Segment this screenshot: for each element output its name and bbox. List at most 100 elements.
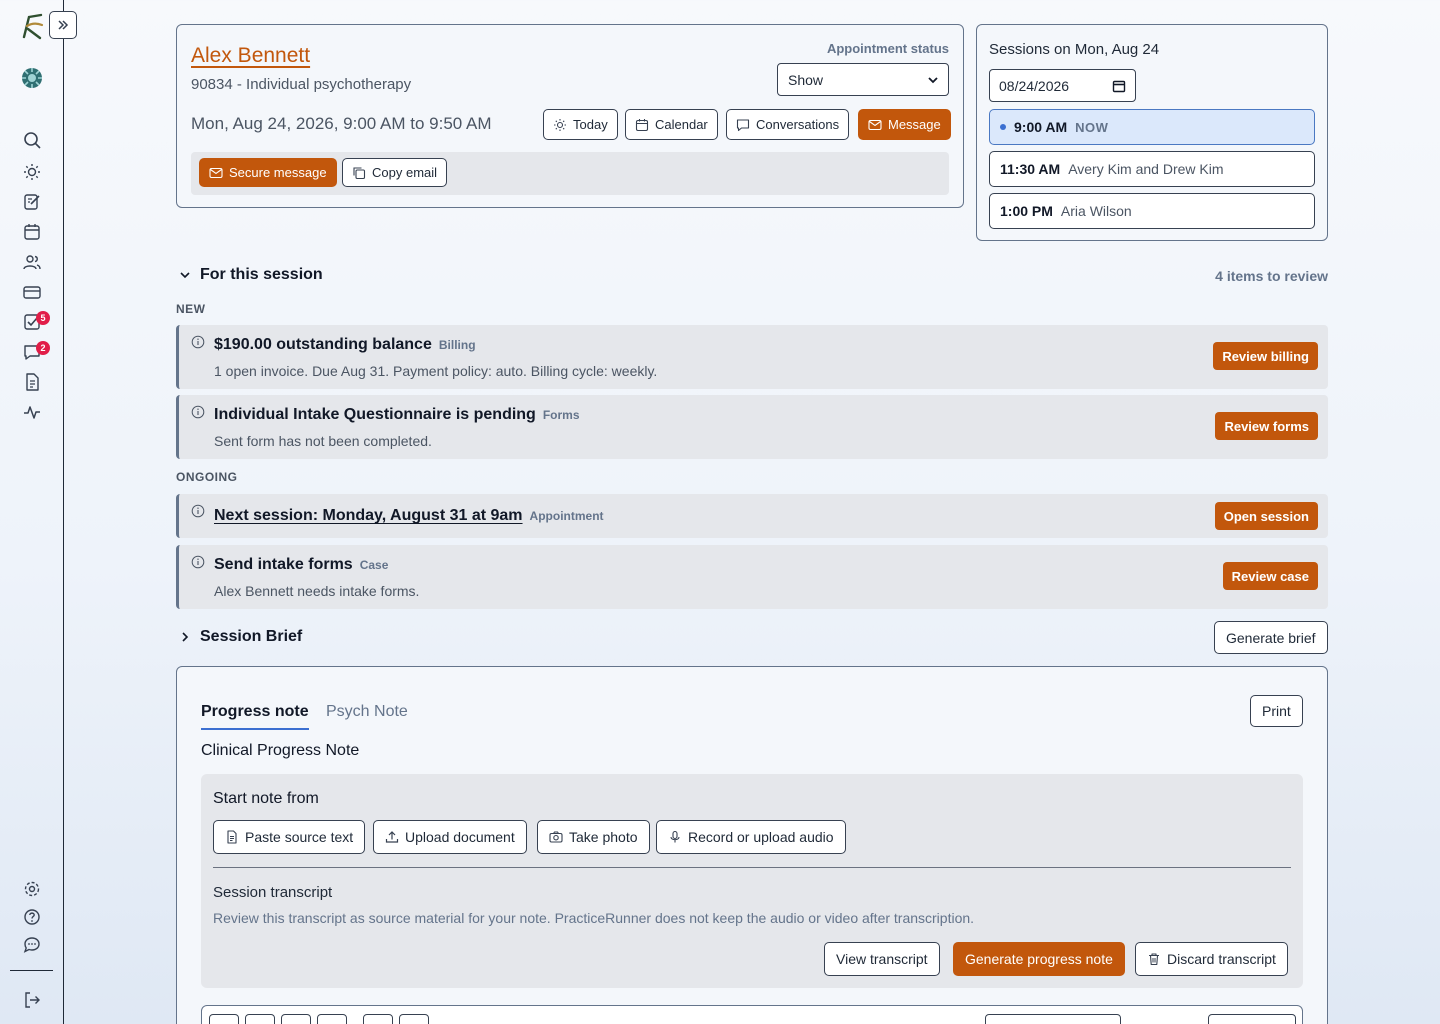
redo-button[interactable] [399,1014,429,1024]
chevron-down-icon [928,76,938,83]
bullet-list-button[interactable] [281,1014,311,1024]
generate-progress-note-button[interactable]: Generate progress note [953,942,1125,976]
take-photo-button[interactable]: Take photo [537,820,650,854]
message-label: Message [888,117,941,132]
record-audio-button[interactable]: Record or upload audio [656,820,846,854]
upload-document-button[interactable]: Upload document [373,820,527,854]
today-label: Today [573,117,608,132]
trash-icon [1149,953,1159,966]
settings-icon[interactable] [22,879,42,899]
progress-note-card: Progress note Psych Note Print Clinical … [176,666,1328,1024]
discard-transcript-button[interactable]: Discard transcript [1135,942,1288,976]
sidebar-divider [10,970,53,971]
expand-sidebar-button[interactable] [49,11,77,39]
numbered-list-button[interactable] [317,1014,347,1024]
record-audio-label: Record or upload audio [688,829,834,845]
users-icon[interactable] [22,252,42,272]
review-item-header: Send intake forms Case [214,556,388,574]
info-icon [191,555,205,569]
sun-icon[interactable] [22,162,42,182]
bold-button[interactable] [209,1014,239,1024]
slot-client: Avery Kim and Drew Kim [1068,161,1224,177]
paste-source-text-button[interactable]: Paste source text [213,820,366,854]
review-billing-button[interactable]: Review billing [1213,342,1318,370]
session-slot[interactable]: 9:00 AM NOW [989,109,1315,145]
review-count: 4 items to review [1215,268,1328,284]
tab-progress-note[interactable]: Progress note [201,703,309,721]
conversations-label: Conversations [756,117,840,132]
calendar-icon [635,118,649,131]
document-icon [227,830,237,844]
info-icon [191,504,205,518]
activity-icon[interactable] [22,402,42,422]
next-session-link[interactable]: Next session: Monday, August 31 at 9am [214,507,523,525]
feedback-icon[interactable] [22,935,42,955]
help-icon[interactable] [22,907,42,927]
practice-badge-icon[interactable] [20,66,44,90]
date-value: 08/24/2026 [999,77,1070,94]
section-title: Session Brief [200,628,303,645]
generate-note-label: Generate progress note [965,951,1113,967]
italic-button[interactable] [245,1014,275,1024]
copy-email-button[interactable]: Copy email [342,158,448,187]
session-date-input[interactable]: 08/24/2026 [989,69,1136,102]
sessions-title: Sessions on Mon, Aug 24 [989,41,1160,58]
print-label: Print [1262,703,1291,719]
note-heading: Clinical Progress Note [201,742,360,759]
block-style-select[interactable] [985,1014,1121,1024]
session-brief-toggle[interactable]: Session Brief [178,628,302,646]
discard-transcript-label: Discard transcript [1167,951,1276,967]
info-icon [191,335,205,349]
paste-source-label: Paste source text [245,829,354,845]
search-icon[interactable] [22,130,42,150]
note-edit-icon[interactable] [22,192,42,212]
review-case-button[interactable]: Review case [1222,562,1318,590]
review-item: Next session: Monday, August 31 at 9am A… [176,494,1328,538]
undo-button[interactable] [363,1014,393,1024]
session-slot[interactable]: 1:00 PM Aria Wilson [989,193,1315,229]
secure-message-button[interactable]: Secure message [199,158,337,187]
message-button[interactable]: Message [858,109,951,140]
review-item-tag: Billing [438,338,476,352]
practicerunner-logo[interactable] [18,12,46,40]
appointment-datetime: Mon, Aug 24, 2026, 9:00 AM to 9:50 AM [191,114,492,133]
slot-time: 11:30 AM [1000,161,1061,177]
secure-message-label: Secure message [229,165,327,180]
camera-icon [549,831,563,843]
current-indicator [1000,124,1006,130]
client-name-link[interactable]: Alex Bennett [191,44,310,68]
info-icon [191,405,205,419]
mail-icon [209,167,223,178]
group-label-ongoing: ONGOING [176,470,238,484]
logout-icon[interactable] [22,990,42,1010]
slot-time: 1:00 PM [1000,203,1053,219]
sun-icon [554,118,566,131]
tab-psych-note[interactable]: Psych Note [326,703,408,721]
chat-icon [736,118,750,131]
sidebar: 5 2 [0,0,77,1024]
today-button[interactable]: Today [543,109,618,140]
session-slot[interactable]: 11:30 AM Avery Kim and Drew Kim [989,151,1315,187]
view-transcript-button[interactable]: View transcript [824,942,940,976]
calendar-icon[interactable] [22,222,42,242]
review-item: Send intake forms Case Alex Bennett need… [176,545,1328,609]
review-item-tag: Forms [542,408,580,422]
open-session-button[interactable]: Open session [1214,502,1318,530]
review-forms-button[interactable]: Review forms [1215,412,1318,440]
generate-brief-button[interactable]: Generate brief [1214,621,1328,654]
review-item: $190.00 outstanding balance Billing 1 op… [176,325,1328,389]
for-this-session-toggle[interactable]: For this session [178,266,323,284]
upload-document-label: Upload document [405,829,515,845]
note-tools-button[interactable] [1208,1014,1296,1024]
review-item-header: Next session: Monday, August 31 at 9am A… [214,507,604,525]
appointment-status-select[interactable]: Show [777,63,949,96]
appointment-status-label: Appointment status [826,41,949,56]
calendar-button[interactable]: Calendar [625,109,718,140]
print-button[interactable]: Print [1250,695,1303,727]
transcript-description: Review this transcript as source materia… [213,910,975,926]
conversations-button[interactable]: Conversations [726,109,850,140]
review-item-tag: Appointment [529,509,604,523]
slot-time: 9:00 AM [1014,119,1068,135]
document-icon[interactable] [22,372,42,392]
credit-card-icon[interactable] [22,282,42,302]
